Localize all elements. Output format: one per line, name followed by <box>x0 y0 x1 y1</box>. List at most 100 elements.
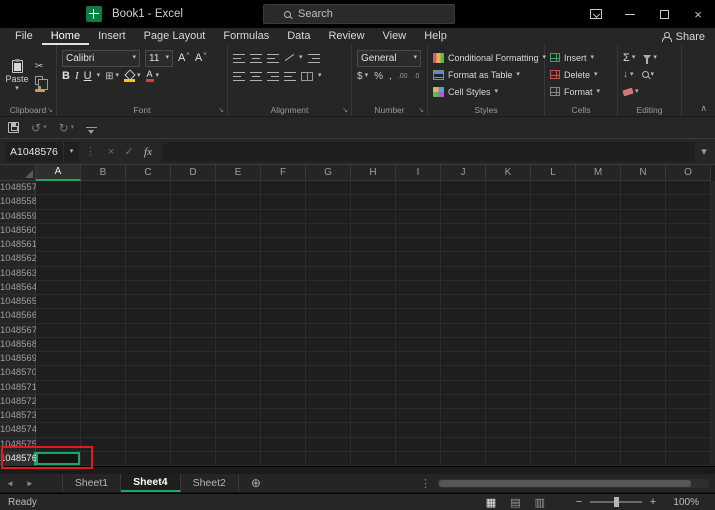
column-header-I[interactable]: I <box>396 165 441 181</box>
cell-B1048560[interactable] <box>81 223 126 238</box>
cell-styles-button[interactable]: Cell Styles ▾ <box>431 83 541 100</box>
cell-F1048570[interactable] <box>261 366 306 381</box>
cell-F1048573[interactable] <box>261 409 306 424</box>
cell-O1048573[interactable] <box>666 409 711 424</box>
cell-L1048571[interactable] <box>531 380 576 395</box>
cell-A1048557[interactable] <box>36 181 81 196</box>
format-as-table-button[interactable]: Format as Table ▾ <box>431 66 541 83</box>
minimize-button[interactable] <box>613 0 647 28</box>
cell-J1048563[interactable] <box>441 266 486 281</box>
cell-O1048575[interactable] <box>666 437 711 452</box>
cell-B1048561[interactable] <box>81 238 126 253</box>
next-sheet-button[interactable]: ► <box>20 474 40 492</box>
cell-I1048569[interactable] <box>396 352 441 367</box>
zoom-out-button[interactable]: − <box>573 496 585 508</box>
cell-H1048565[interactable] <box>351 295 396 310</box>
cell-M1048569[interactable] <box>576 352 621 367</box>
cell-B1048576[interactable] <box>81 451 126 466</box>
cell-B1048567[interactable] <box>81 323 126 338</box>
row-header-1048571[interactable]: 1048571 <box>0 380 37 395</box>
cell-K1048572[interactable] <box>486 394 531 409</box>
underline-button[interactable]: U <box>84 70 92 82</box>
bold-button[interactable]: B <box>62 70 70 82</box>
name-box[interactable]: A1048576 <box>5 141 63 162</box>
cell-L1048562[interactable] <box>531 252 576 267</box>
cell-B1048569[interactable] <box>81 352 126 367</box>
cell-M1048572[interactable] <box>576 394 621 409</box>
cell-E1048575[interactable] <box>216 437 261 452</box>
cell-N1048570[interactable] <box>621 366 666 381</box>
cell-D1048568[interactable] <box>171 337 216 352</box>
number-format-combo[interactable]: General ▾ <box>357 49 421 67</box>
number-dialog-launcher[interactable]: ↘ <box>418 107 424 114</box>
tab-view[interactable]: View <box>374 28 416 45</box>
cell-A1048566[interactable] <box>36 309 81 324</box>
row-header-1048566[interactable]: 1048566 <box>0 309 37 324</box>
paste-button[interactable]: Paste ▾ <box>3 49 31 103</box>
cell-J1048568[interactable] <box>441 337 486 352</box>
cell-D1048574[interactable] <box>171 423 216 438</box>
cell-D1048565[interactable] <box>171 295 216 310</box>
column-header-J[interactable]: J <box>441 165 486 181</box>
cell-F1048558[interactable] <box>261 195 306 210</box>
format-cells-button[interactable]: Format ▾ <box>548 83 614 100</box>
cell-C1048567[interactable] <box>126 323 171 338</box>
cell-D1048559[interactable] <box>171 209 216 224</box>
cell-K1048574[interactable] <box>486 423 531 438</box>
cell-B1048565[interactable] <box>81 295 126 310</box>
column-header-L[interactable]: L <box>531 165 576 181</box>
cell-L1048557[interactable] <box>531 181 576 196</box>
cell-I1048558[interactable] <box>396 195 441 210</box>
cell-K1048561[interactable] <box>486 238 531 253</box>
zoom-level[interactable]: 100% <box>667 497 699 508</box>
cell-M1048576[interactable] <box>576 451 621 466</box>
name-box-dropdown[interactable]: ▾ <box>63 141 79 162</box>
cell-D1048576[interactable] <box>171 451 216 466</box>
cell-E1048558[interactable] <box>216 195 261 210</box>
cell-O1048565[interactable] <box>666 295 711 310</box>
cell-I1048561[interactable] <box>396 238 441 253</box>
cell-A1048568[interactable] <box>36 337 81 352</box>
cell-A1048561[interactable] <box>36 238 81 253</box>
cell-I1048575[interactable] <box>396 437 441 452</box>
cell-J1048570[interactable] <box>441 366 486 381</box>
cell-G1048567[interactable] <box>306 323 351 338</box>
cell-C1048562[interactable] <box>126 252 171 267</box>
sheet-tab-sheet4[interactable]: Sheet4 <box>121 474 181 492</box>
cell-M1048564[interactable] <box>576 280 621 295</box>
row-header-1048574[interactable]: 1048574 <box>0 423 37 438</box>
cell-G1048570[interactable] <box>306 366 351 381</box>
cell-O1048567[interactable] <box>666 323 711 338</box>
cell-H1048563[interactable] <box>351 266 396 281</box>
cell-H1048568[interactable] <box>351 337 396 352</box>
cell-L1048565[interactable] <box>531 295 576 310</box>
row-header-1048567[interactable]: 1048567 <box>0 323 37 338</box>
cell-N1048567[interactable] <box>621 323 666 338</box>
cell-K1048569[interactable] <box>486 352 531 367</box>
cell-I1048574[interactable] <box>396 423 441 438</box>
cell-E1048564[interactable] <box>216 280 261 295</box>
cell-G1048562[interactable] <box>306 252 351 267</box>
cell-H1048562[interactable] <box>351 252 396 267</box>
cell-A1048570[interactable] <box>36 366 81 381</box>
zoom-slider[interactable] <box>590 497 642 507</box>
font-color-button[interactable]: A ▾ <box>145 70 159 82</box>
cell-C1048568[interactable] <box>126 337 171 352</box>
cell-E1048576[interactable] <box>216 451 261 466</box>
cell-D1048570[interactable] <box>171 366 216 381</box>
format-painter-button[interactable] <box>35 85 45 92</box>
cell-L1048558[interactable] <box>531 195 576 210</box>
expand-formula-bar-button[interactable]: ▾ <box>695 145 713 158</box>
horizontal-scrollbar[interactable] <box>437 479 709 488</box>
cell-M1048574[interactable] <box>576 423 621 438</box>
cell-B1048570[interactable] <box>81 366 126 381</box>
cell-L1048576[interactable] <box>531 451 576 466</box>
cell-M1048565[interactable] <box>576 295 621 310</box>
row-header-1048561[interactable]: 1048561 <box>0 238 37 253</box>
cell-I1048568[interactable] <box>396 337 441 352</box>
borders-button[interactable]: ⊞ ▾ <box>105 71 119 82</box>
cell-O1048566[interactable] <box>666 309 711 324</box>
cell-M1048562[interactable] <box>576 252 621 267</box>
cell-K1048567[interactable] <box>486 323 531 338</box>
cell-J1048557[interactable] <box>441 181 486 196</box>
